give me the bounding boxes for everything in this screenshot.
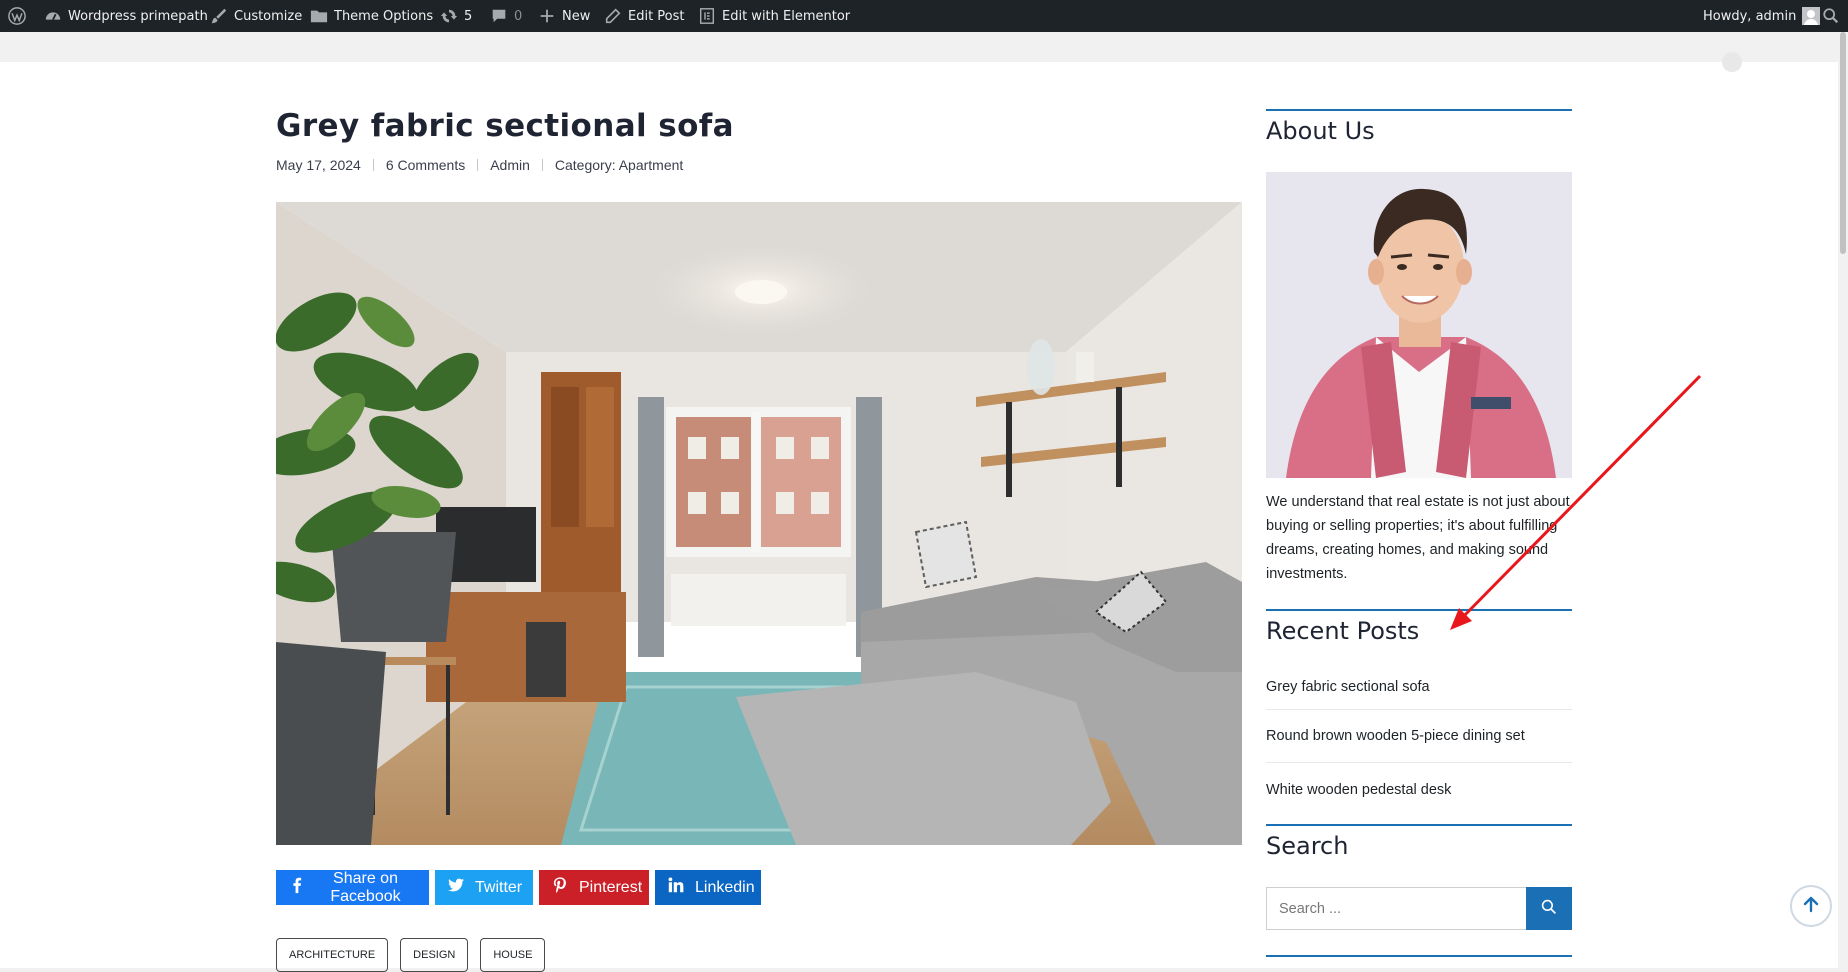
about-profile-photo xyxy=(1266,172,1572,478)
post-category-link[interactable]: Category: Apartment xyxy=(555,157,683,173)
edit-post-label: Edit Post xyxy=(628,8,685,24)
post-author-link[interactable]: Admin xyxy=(490,157,530,173)
meta-divider xyxy=(541,159,543,171)
plus-icon xyxy=(538,7,556,25)
share-facebook-button[interactable]: Share on Facebook xyxy=(276,870,429,905)
customize-label: Customize xyxy=(234,8,303,24)
share-twitter-button[interactable]: Twitter xyxy=(435,870,533,905)
search-icon xyxy=(1541,899,1557,918)
meta-divider xyxy=(372,159,374,171)
share-facebook-label: Share on Facebook xyxy=(330,869,401,905)
tag-link[interactable]: ARCHITECTURE xyxy=(276,938,389,972)
about-text: We understand that real estate is not ju… xyxy=(1266,494,1570,582)
recent-post-link[interactable]: White wooden pedestal desk xyxy=(1266,763,1572,816)
wordpress-icon xyxy=(8,7,26,25)
updates-link[interactable]: 5 xyxy=(440,0,472,32)
new-label: New xyxy=(562,8,591,24)
theme-options-label: Theme Options xyxy=(334,8,434,24)
share-pinterest-button[interactable]: Pinterest xyxy=(539,870,649,905)
loading-dot xyxy=(1722,52,1742,72)
twitter-icon xyxy=(447,876,465,899)
arrow-up-icon xyxy=(1801,894,1821,919)
customize-link[interactable]: Customize xyxy=(210,0,302,32)
elementor-icon xyxy=(698,7,716,25)
scrollbar-thumb[interactable] xyxy=(1840,32,1846,254)
comments-count: 0 xyxy=(514,8,523,24)
refresh-icon xyxy=(440,7,458,25)
edit-elementor-link[interactable]: Edit with Elementor xyxy=(698,0,850,32)
post-title: Grey fabric sectional sofa xyxy=(276,108,734,144)
new-content-link[interactable]: New xyxy=(538,0,590,32)
widget-divider xyxy=(1266,955,1572,957)
comment-bubble-icon xyxy=(490,7,508,25)
search-icon xyxy=(1822,7,1840,25)
post-tags: ARCHITECTURE DESIGN HOUSE xyxy=(276,938,546,972)
comments-link[interactable]: 0 xyxy=(490,0,522,32)
back-to-top-button[interactable] xyxy=(1790,885,1832,927)
share-buttons: Share on Facebook Twitter Pinterest Link… xyxy=(276,870,761,905)
edit-post-link[interactable]: Edit Post xyxy=(604,0,685,32)
pencil-icon xyxy=(604,7,622,25)
recent-post-link[interactable]: Round brown wooden 5-piece dining set xyxy=(1266,710,1572,763)
paintbrush-icon xyxy=(210,7,228,25)
search-widget-title: Search xyxy=(1266,824,1572,860)
avatar xyxy=(1802,7,1821,25)
facebook-icon xyxy=(288,876,306,899)
share-pinterest-label: Pinterest xyxy=(579,878,643,896)
tag-link[interactable]: DESIGN xyxy=(400,938,469,972)
dashboard-icon xyxy=(44,7,62,25)
post-date[interactable]: May 17, 2024 xyxy=(276,157,361,173)
share-linkedin-label: Linkedin xyxy=(695,878,755,896)
my-account-link[interactable]: Howdy, admin xyxy=(1703,0,1821,32)
recent-post-link[interactable]: Grey fabric sectional sofa xyxy=(1266,664,1572,710)
tag-link[interactable]: HOUSE xyxy=(480,938,546,972)
admin-bar: Wordpress primepath Customize Theme Opti… xyxy=(0,0,1848,32)
search-form xyxy=(1266,887,1572,930)
share-linkedin-button[interactable]: Linkedin xyxy=(655,870,761,905)
edit-elementor-label: Edit with Elementor xyxy=(722,8,851,24)
post-meta: May 17, 2024 6 Comments Admin Category: … xyxy=(276,157,683,173)
recent-posts-title: Recent Posts xyxy=(1266,609,1572,645)
folder-icon xyxy=(310,7,328,25)
site-name-link[interactable]: Wordpress primepath xyxy=(44,0,208,32)
site-name-label: Wordpress primepath xyxy=(68,8,208,24)
share-twitter-label: Twitter xyxy=(475,878,523,896)
search-submit-button[interactable] xyxy=(1526,887,1572,930)
post-comments-link[interactable]: 6 Comments xyxy=(386,157,465,173)
theme-options-link[interactable]: Theme Options xyxy=(310,0,433,32)
admin-search-button[interactable] xyxy=(1822,0,1840,32)
wordpress-logo-button[interactable] xyxy=(8,0,26,32)
search-input[interactable] xyxy=(1266,887,1526,930)
linkedin-icon xyxy=(667,876,685,899)
howdy-label: Howdy, admin xyxy=(1703,8,1797,24)
featured-image xyxy=(276,202,1242,845)
recent-posts-list: Grey fabric sectional sofa Round brown w… xyxy=(1266,664,1572,816)
about-widget-title: About Us xyxy=(1266,109,1572,145)
updates-count: 5 xyxy=(464,8,473,24)
meta-divider xyxy=(477,159,479,171)
pinterest-icon xyxy=(551,876,569,899)
